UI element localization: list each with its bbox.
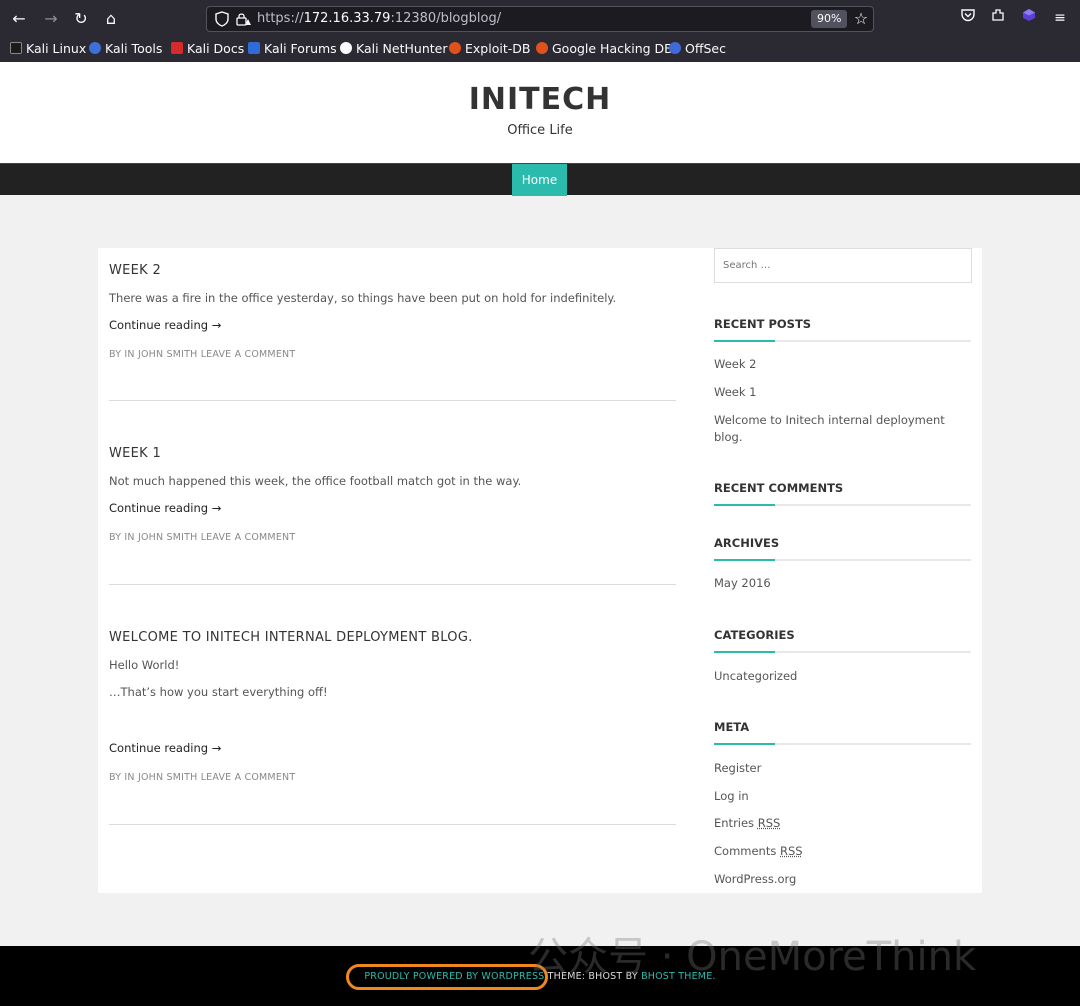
url-proto: https:// — [257, 11, 304, 26]
bookmark-label: Kali Docs — [187, 41, 245, 56]
post-meta[interactable]: BY IN JOHN SMITH LEAVE A COMMENT — [109, 349, 675, 360]
url-text[interactable]: https://172.16.33.79:12380/blogblog/ — [257, 11, 501, 26]
post-title[interactable]: WEEK 1 — [109, 446, 675, 461]
browser-toolbar: ← → ↻ ⌂ https://172.16.33.79:12380/blogb… — [0, 0, 1080, 36]
content-area: WEEK 2 There was a fire in the office ye… — [98, 248, 982, 893]
bookmark-google-hacking-db[interactable]: Google Hacking DB — [536, 40, 673, 58]
home-icon[interactable]: ⌂ — [100, 8, 122, 30]
meta-entries-rss-link[interactable]: Entries RSS — [714, 815, 954, 832]
zoom-badge[interactable]: 90% — [811, 10, 848, 28]
menu-icon[interactable]: ≡ — [1050, 8, 1070, 28]
browser-chrome: ← → ↻ ⌂ https://172.16.33.79:12380/blogb… — [0, 0, 1080, 62]
bookmark-label: Kali NetHunter — [356, 41, 448, 56]
url-path: :12380/blogblog/ — [390, 11, 502, 26]
post-entry: WEEK 1 Not much happened this week, the … — [109, 446, 675, 543]
continue-reading-link[interactable]: Continue reading → — [109, 501, 675, 515]
url-host: 172.16.33.79 — [303, 11, 391, 26]
widget-title-recent-posts: RECENT POSTS — [714, 317, 812, 331]
post-meta[interactable]: BY IN JOHN SMITH LEAVE A COMMENT — [109, 772, 675, 783]
archive-link[interactable]: May 2016 — [714, 575, 954, 592]
bookmark-exploit-db[interactable]: Exploit-DB — [449, 40, 530, 58]
forward-icon[interactable]: → — [40, 8, 62, 30]
meta-wordpress-link[interactable]: WordPress.org — [714, 871, 954, 888]
shield-icon[interactable] — [215, 11, 229, 27]
nethunter-icon — [340, 42, 352, 54]
exploit-db-icon — [449, 42, 461, 54]
site-description: Office Life — [507, 123, 573, 138]
main-navigation: Home — [0, 163, 1080, 196]
post-entry: WELCOME TO INITECH INTERNAL DEPLOYMENT B… — [109, 630, 675, 783]
widget-underline — [714, 340, 971, 342]
extensions-icon[interactable] — [988, 8, 1008, 28]
post-excerpt: Hello World! — [109, 658, 180, 672]
widget-underline — [714, 559, 971, 561]
bookmark-label: Exploit-DB — [465, 41, 531, 56]
bookmark-star-icon[interactable]: ☆ — [851, 9, 871, 29]
bookmark-kali-forums[interactable]: Kali Forums — [248, 40, 337, 58]
bookmark-label: Google Hacking DB — [552, 41, 673, 56]
recent-post-link[interactable]: Week 1 — [714, 384, 954, 401]
meta-comments-label: Comments — [714, 844, 777, 858]
continue-reading-link[interactable]: Continue reading → — [109, 741, 675, 755]
recent-post-link[interactable]: Week 2 — [714, 356, 954, 373]
post-entry: WEEK 2 There was a fire in the office ye… — [109, 263, 675, 360]
meta-entries-label: Entries — [714, 816, 755, 830]
powered-by-wordpress-link[interactable]: PROUDLY POWERED BY WORDPRESS — [364, 971, 544, 982]
widget-title-categories: CATEGORIES — [714, 628, 795, 642]
pocket-icon[interactable] — [958, 8, 978, 28]
post-meta[interactable]: BY IN JOHN SMITH LEAVE A COMMENT — [109, 532, 675, 543]
bookmark-kali-docs[interactable]: Kali Docs — [171, 40, 244, 58]
rss-abbr: RSS — [757, 816, 781, 830]
kali-forums-icon — [248, 42, 260, 54]
post-excerpt: There was a fire in the office yesterday… — [109, 291, 617, 305]
bookmark-label: Kali Forums — [264, 41, 337, 56]
post-excerpt: Not much happened this week, the office … — [109, 474, 522, 488]
bookmark-kali-tools[interactable]: Kali Tools — [89, 40, 162, 58]
bookmark-label: Kali Tools — [105, 41, 163, 56]
bookmark-label: Kali Linux — [26, 41, 87, 56]
widget-title-meta: META — [714, 720, 750, 734]
category-link[interactable]: Uncategorized — [714, 668, 954, 685]
site-title[interactable]: INITECH — [0, 82, 1080, 117]
rss-abbr: RSS — [780, 844, 803, 858]
bookmark-kali-nethunter[interactable]: Kali NetHunter — [340, 40, 447, 58]
lock-warning-icon[interactable] — [235, 11, 251, 27]
meta-register-link[interactable]: Register — [714, 760, 954, 777]
post-divider — [109, 824, 676, 825]
bookmarks-bar: Kali Linux Kali Tools Kali Docs Kali For… — [0, 38, 1080, 60]
reload-icon[interactable]: ↻ — [70, 8, 92, 30]
url-bar[interactable]: https://172.16.33.79:12380/blogblog/ 90%… — [206, 6, 874, 32]
bookmark-label: OffSec — [685, 41, 726, 56]
nav-home-link[interactable]: Home — [512, 164, 567, 196]
recent-post-link[interactable]: Welcome to Initech internal deployment b… — [714, 412, 954, 446]
kali-tools-icon — [89, 42, 101, 54]
bookmark-offsec[interactable]: OffSec — [669, 40, 726, 58]
post-divider — [109, 584, 676, 585]
continue-reading-link[interactable]: Continue reading → — [109, 318, 675, 332]
meta-comments-rss-link[interactable]: Comments RSS — [714, 843, 954, 860]
ghdb-icon — [536, 42, 548, 54]
widget-title-recent-comments: RECENT COMMENTS — [714, 481, 844, 495]
kali-dragon-icon — [10, 42, 22, 54]
meta-login-link[interactable]: Log in — [714, 788, 954, 805]
search-input[interactable] — [715, 249, 971, 282]
offsec-icon — [669, 42, 681, 54]
post-excerpt: …That’s how you start everything off! — [109, 685, 328, 699]
search-box — [714, 248, 972, 283]
watermark: 公众号 · OneMoreThink — [528, 934, 977, 980]
bookmark-kali-linux[interactable]: Kali Linux — [10, 40, 86, 58]
post-title[interactable]: WEEK 2 — [109, 263, 675, 278]
back-icon[interactable]: ← — [8, 8, 30, 30]
widget-title-archives: ARCHIVES — [714, 536, 780, 550]
widget-underline — [714, 651, 971, 653]
kali-docs-icon — [171, 42, 183, 54]
post-divider — [109, 400, 676, 401]
widget-underline — [714, 504, 971, 506]
widget-underline — [714, 743, 971, 745]
extension-cube-icon[interactable] — [1019, 8, 1039, 28]
post-title[interactable]: WELCOME TO INITECH INTERNAL DEPLOYMENT B… — [109, 630, 675, 645]
site-header: INITECH Office Life — [0, 62, 1080, 163]
